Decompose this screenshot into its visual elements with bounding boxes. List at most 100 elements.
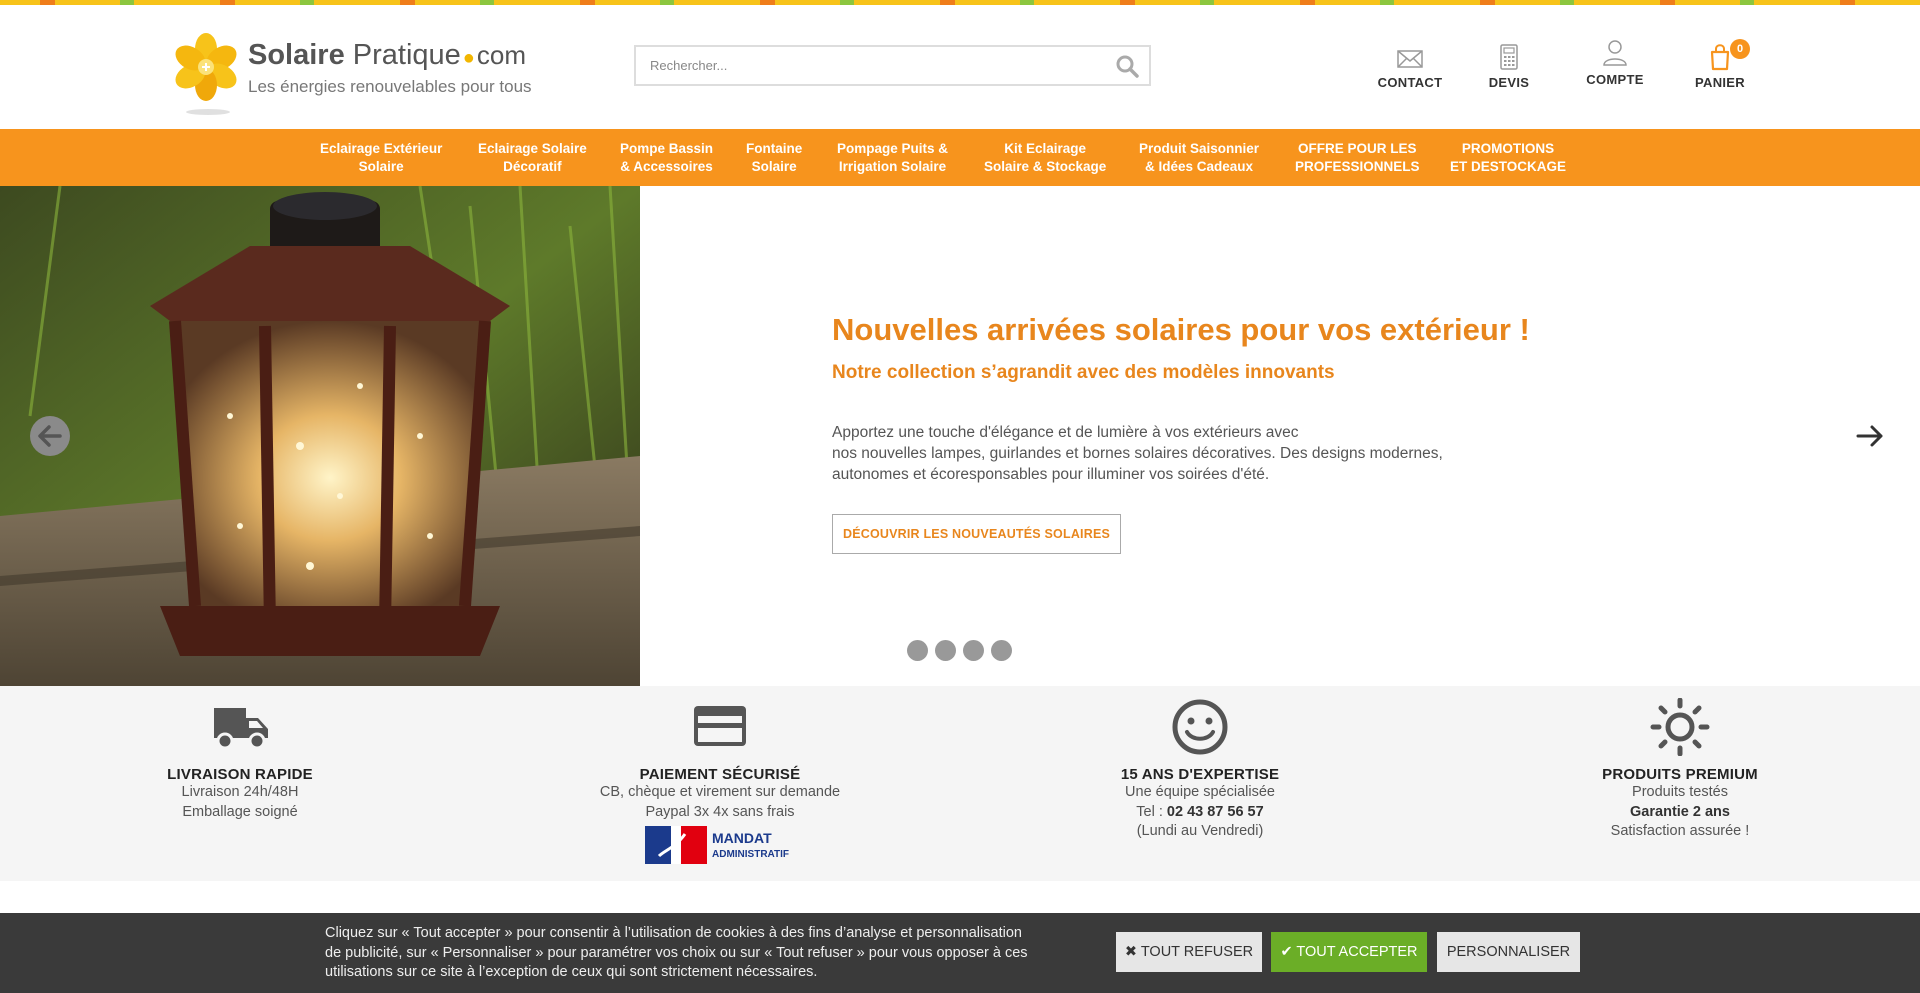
feature-title: PAIEMENT SÉCURISÉ: [639, 766, 801, 783]
smiley-icon: [1172, 699, 1228, 755]
carousel-dot[interactable]: [963, 640, 984, 661]
search-bar: [634, 45, 1151, 86]
carousel-dot[interactable]: [991, 640, 1012, 661]
reassurance-bar: LIVRAISON RAPIDE Livraison 24h/48H Embal…: [0, 686, 1920, 881]
hero-text-line: nos nouvelles lampes, guirlandes et born…: [832, 445, 1443, 462]
nav-item-line1: Fontaine: [746, 141, 803, 156]
nav-item-produit-saisonnier[interactable]: Produit Saisonnier & Idées Cadeaux: [1139, 140, 1259, 176]
discover-new-products-button[interactable]: DÉCOUVRIR LES NOUVEAUTÉS SOLAIRES: [832, 514, 1121, 554]
logo-shadow: [186, 109, 230, 115]
feature-title: PRODUITS PREMIUM: [1602, 766, 1758, 783]
feature-line: CB, chèque et virement sur demande: [599, 784, 841, 800]
phone-prefix: Tel :: [1136, 803, 1167, 820]
contact-link[interactable]: CONTACT: [1360, 41, 1460, 101]
search-icon[interactable]: [1115, 54, 1139, 78]
cookie-banner: Cliquez sur « Tout accepter » pour conse…: [0, 913, 1920, 993]
nav-item-line2: Solaire & Stockage: [984, 159, 1107, 174]
cart-label: PANIER: [1695, 75, 1745, 90]
nav-item-line1: Pompe Bassin: [620, 141, 714, 156]
accept-all-cookies-button[interactable]: ✔ TOUT ACCEPTER: [1271, 932, 1427, 972]
search-input[interactable]: [636, 47, 1096, 84]
nav-item-offre-professionnels[interactable]: OFFRE POUR LES PROFESSIONNELS: [1295, 140, 1420, 176]
nav-item-line2: & Accessoires: [620, 159, 713, 174]
site-header: Solaire Pratique ●com Les énergies renouv…: [0, 5, 1920, 129]
cookie-message: Cliquez sur « Tout accepter » pour conse…: [325, 924, 1085, 983]
feature-line: Satisfaction assurée !: [1610, 823, 1750, 839]
carousel-prev-button[interactable]: [30, 416, 70, 456]
contact-label: CONTACT: [1377, 75, 1443, 90]
nav-item-kit-eclairage[interactable]: Kit Eclairage Solaire & Stockage: [984, 140, 1106, 176]
credit-card-icon: [694, 706, 746, 746]
hero-lantern-image: [0, 186, 640, 686]
feature-phone-line: Tel : 02 43 87 56 57: [1020, 803, 1380, 823]
devis-label: DEVIS: [1488, 75, 1530, 90]
feature-line: Emballage soigné: [182, 803, 298, 820]
refuse-all-cookies-button[interactable]: ✖ TOUT REFUSER: [1116, 932, 1262, 972]
mandat-badge-line2: ADMINISTRATIF: [712, 849, 789, 860]
hero-description: Apportez une touche d'élégance et de lum…: [832, 422, 1512, 485]
nav-item-line1: Eclairage Extérieur: [320, 141, 443, 156]
nav-item-eclairage-decoratif[interactable]: Eclairage Solaire Décoratif: [478, 140, 587, 176]
carousel-next-button[interactable]: [1854, 420, 1886, 452]
mandat-administratif-logo: MANDAT ADMINISTRATIF: [645, 826, 789, 864]
nav-item-line2: PROFESSIONNELS: [1295, 159, 1420, 174]
nav-item-line2: Solaire: [751, 159, 797, 174]
site-logo[interactable]: Solaire Pratique ●com Les énergies renouv…: [172, 29, 532, 125]
nav-item-eclairage-exterieur[interactable]: Eclairage Extérieur Solaire: [320, 140, 442, 176]
hero-text-line: Apportez une touche d'élégance et de lum…: [832, 424, 1299, 441]
cookie-text-line: de publicité, sur « Personnaliser » pour…: [325, 944, 1028, 961]
feature-line: Garantie 2 ans: [1500, 803, 1860, 823]
flower-logo-icon: [175, 33, 237, 101]
logo-wordmark: Solaire Pratique ●com: [248, 39, 526, 72]
logo-tagline: Les énergies renouvelables pour tous: [248, 77, 532, 96]
sun-icon: [1650, 698, 1710, 756]
carousel-dot[interactable]: [907, 640, 928, 661]
hero-subtitle: Notre collection s’agrandit avec des mod…: [832, 362, 1335, 383]
refuse-label: TOUT REFUSER: [1140, 944, 1254, 960]
feature-paiement: PAIEMENT SÉCURISÉ CB, chèque et virement…: [540, 698, 900, 864]
nav-item-line2: ET DESTOCKAGE: [1450, 159, 1567, 174]
feature-title: 15 ANS D'EXPERTISE: [1120, 766, 1280, 783]
feature-line: Livraison 24h/48H: [181, 784, 299, 800]
nav-item-line2: Solaire: [358, 159, 404, 174]
logo-name-bold: Solaire: [248, 39, 345, 71]
envelope-icon: [1397, 50, 1423, 68]
truck-icon: [214, 708, 268, 750]
logo-dot: ●: [462, 47, 475, 69]
mandat-badge-line1: MANDAT: [712, 830, 772, 846]
nav-item-line1: Kit Eclairage: [1004, 141, 1087, 156]
accept-label: TOUT ACCEPTER: [1296, 944, 1418, 960]
cart-count-badge: 0: [1730, 39, 1750, 59]
account-label: COMPTE: [1586, 72, 1644, 87]
feature-livraison: LIVRAISON RAPIDE Livraison 24h/48H Embal…: [60, 698, 420, 822]
nav-item-fontaine[interactable]: Fontaine Solaire: [746, 140, 802, 176]
hero-title: Nouvelles arrivées solaires pour vos ext…: [832, 312, 1530, 347]
nav-item-line2: Décoratif: [503, 159, 562, 174]
cookie-text-line: Cliquez sur « Tout accepter » pour conse…: [325, 925, 1022, 941]
logo-name-suffix: com: [476, 40, 527, 70]
cookie-text-line: utilisations sur ce site à l’exception d…: [325, 964, 818, 980]
arrow-right-icon: [1856, 425, 1883, 447]
nav-item-promotions[interactable]: PROMOTIONS ET DESTOCKAGE: [1450, 140, 1566, 176]
arrow-left-icon: [38, 425, 62, 447]
hero-carousel: Nouvelles arrivées solaires pour vos ext…: [0, 186, 1920, 686]
nav-item-line1: Eclairage Solaire: [478, 141, 587, 156]
nav-item-line2: & Idées Cadeaux: [1144, 159, 1254, 174]
main-navigation: Eclairage Extérieur Solaire Eclairage So…: [0, 129, 1920, 186]
hero-text-line: autonomes et écoresponsables pour illumi…: [832, 466, 1270, 483]
nav-item-pompage-puits[interactable]: Pompage Puits & Irrigation Solaire: [837, 140, 948, 176]
phone-number-link[interactable]: 02 43 87 56 57: [1167, 804, 1264, 820]
feature-line: Une équipe spécialisée: [1125, 784, 1275, 800]
carousel-dot[interactable]: [935, 640, 956, 661]
user-icon: [1603, 40, 1627, 66]
nav-item-line1: Pompage Puits &: [837, 141, 949, 156]
nav-item-line2: Irrigation Solaire: [838, 159, 947, 174]
cart-link[interactable]: 0 PANIER: [1670, 39, 1770, 101]
feature-title: LIVRAISON RAPIDE: [167, 766, 313, 783]
customize-cookies-button[interactable]: PERSONNALISER: [1437, 932, 1580, 972]
feature-line: Paypal 3x 4x sans frais: [645, 803, 795, 820]
nav-item-pompe-bassin[interactable]: Pompe Bassin & Accessoires: [620, 140, 713, 176]
nav-item-line1: PROMOTIONS: [1461, 141, 1555, 156]
account-link[interactable]: COMPTE: [1565, 38, 1665, 98]
devis-link[interactable]: DEVIS: [1459, 41, 1559, 101]
